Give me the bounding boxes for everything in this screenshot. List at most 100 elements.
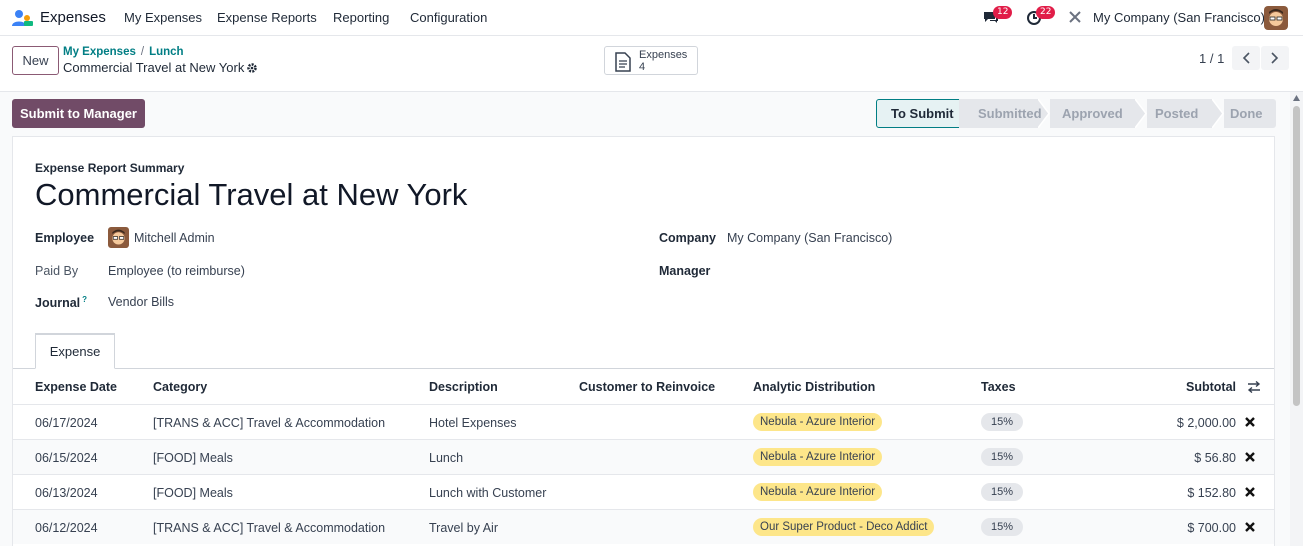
row-category: [FOOD] Meals: [153, 486, 233, 500]
journal-field[interactable]: Vendor Bills: [108, 295, 174, 309]
column-header-subtotal[interactable]: Subtotal: [1186, 380, 1236, 394]
tax-tag: 15%: [981, 483, 1024, 501]
top-navbar: Expenses My Expenses Expense Reports Rep…: [0, 0, 1303, 36]
row-category: [TRANS & ACC] Travel & Accommodation: [153, 416, 386, 430]
row-date: 06/15/2024: [35, 451, 98, 465]
row-description: Lunch: [429, 451, 464, 465]
breadcrumb-separator: /: [140, 46, 145, 58]
record-title: Commercial Travel at New York: [63, 60, 245, 75]
analytic-tag: Nebula - Azure Interior: [753, 448, 883, 466]
scrollbar-thumb[interactable]: [1293, 106, 1300, 406]
column-header-customer[interactable]: Customer to Reinvoice: [579, 380, 715, 394]
column-header-description[interactable]: Description: [429, 380, 498, 394]
form-sheet: Expense Report Summary Commercial Travel…: [12, 136, 1275, 546]
column-header-date[interactable]: Expense Date: [35, 380, 117, 394]
help-tooltip-icon[interactable]: ?: [82, 295, 87, 304]
row-category: [FOOD] Meals: [153, 451, 233, 465]
table-row[interactable]: 06/15/2024 [FOOD] Meals Lunch Nebula - A…: [13, 439, 1274, 474]
pager-value[interactable]: 1 / 1: [1199, 51, 1224, 66]
stage-label: Posted: [1155, 106, 1199, 121]
journal-label-text: Journal: [35, 296, 81, 311]
delete-row-icon[interactable]: [1244, 486, 1256, 498]
stage-submitted[interactable]: Submitted: [959, 99, 1042, 128]
row-subtotal: $ 2,000.00: [1176, 416, 1236, 430]
analytic-tag: Nebula - Azure Interior: [753, 413, 883, 431]
row-date: 06/13/2024: [35, 486, 98, 500]
control-panel: New My Expenses / Lunch Commercial Travel …: [0, 36, 1303, 92]
analytic-tag: Nebula - Azure Interior: [753, 483, 883, 501]
row-date: 06/17/2024: [35, 416, 98, 430]
status-bar: To Submit Submitted Approved Posted Done: [876, 99, 1276, 128]
manager-label: Manager: [659, 264, 711, 278]
expenses-smart-button[interactable]: Expenses 4: [604, 46, 698, 75]
column-header-category[interactable]: Category: [153, 380, 207, 394]
delete-row-icon[interactable]: [1244, 416, 1256, 428]
column-header-analytic[interactable]: Analytic Distribution: [753, 380, 875, 394]
optional-columns-toggle-icon[interactable]: [1247, 381, 1261, 393]
gear-icon[interactable]: [246, 62, 258, 74]
pager-previous-button[interactable]: [1232, 46, 1260, 70]
chevron-left-icon: [1242, 52, 1250, 64]
analytic-tag: Our Super Product - Deco Addict: [753, 518, 935, 536]
delete-row-icon[interactable]: [1244, 521, 1256, 533]
row-description: Hotel Expenses: [429, 416, 517, 430]
menu-my-expenses[interactable]: My Expenses: [124, 10, 202, 25]
scroll-up-icon[interactable]: [1293, 95, 1300, 101]
stage-arrow: [1135, 99, 1147, 128]
stage-done[interactable]: Done: [1224, 99, 1276, 128]
expenses-app-icon[interactable]: [12, 9, 34, 27]
messages-badge: 12: [993, 6, 1013, 19]
report-title[interactable]: Commercial Travel at New York: [35, 177, 467, 213]
breadcrumb-lunch[interactable]: Lunch: [149, 46, 184, 58]
tab-expense[interactable]: Expense: [35, 333, 115, 369]
scrollbar[interactable]: [1290, 92, 1303, 546]
column-header-taxes[interactable]: Taxes: [981, 380, 1016, 394]
employee-field[interactable]: Mitchell Admin: [134, 231, 215, 245]
user-avatar[interactable]: [1264, 6, 1288, 30]
stage-label: Approved: [1062, 106, 1123, 121]
smart-button-label: Expenses: [639, 49, 688, 61]
pager-next-button[interactable]: [1261, 46, 1289, 70]
table-row[interactable]: 06/17/2024 [TRANS & ACC] Travel & Accomm…: [13, 404, 1274, 439]
menu-reporting[interactable]: Reporting: [333, 10, 389, 25]
stage-approved[interactable]: Approved: [1050, 99, 1135, 128]
app-name[interactable]: Expenses: [40, 9, 106, 26]
stage-arrow: [1212, 99, 1224, 128]
summary-label: Expense Report Summary: [35, 161, 185, 175]
row-description: Travel by Air: [429, 521, 499, 535]
row-subtotal: $ 152.80: [1187, 486, 1236, 500]
company-label: Company: [659, 231, 716, 245]
company-field[interactable]: My Company (San Francisco): [727, 231, 892, 245]
stage-to-submit[interactable]: To Submit: [876, 99, 960, 128]
journal-label: Journal?: [35, 295, 87, 310]
stage-label: Submitted: [978, 106, 1042, 121]
smart-button-value: 4: [639, 61, 646, 73]
menu-expense-reports[interactable]: Expense Reports: [217, 10, 317, 25]
submit-to-manager-button[interactable]: Submit to Manager: [12, 99, 145, 128]
row-category: [TRANS & ACC] Travel & Accommodation: [153, 521, 386, 535]
paid-by-field[interactable]: Employee (to reimburse): [108, 264, 245, 278]
row-subtotal: $ 700.00: [1187, 521, 1236, 535]
breadcrumb-my-expenses[interactable]: My Expenses: [63, 46, 136, 58]
delete-row-icon[interactable]: [1244, 451, 1256, 463]
row-subtotal: $ 56.80: [1194, 451, 1236, 465]
activities-badge: 22: [1036, 6, 1056, 19]
new-button[interactable]: New: [12, 46, 59, 75]
tab-divider: [13, 368, 1274, 369]
employee-label: Employee: [35, 231, 95, 245]
company-switcher[interactable]: My Company (San Francisco): [1093, 10, 1265, 25]
menu-configuration[interactable]: Configuration: [410, 10, 487, 25]
chevron-right-icon: [1271, 52, 1279, 64]
tax-tag: 15%: [981, 448, 1024, 466]
paid-by-label: Paid By: [35, 264, 79, 278]
table-row[interactable]: 06/12/2024 [TRANS & ACC] Travel & Accomm…: [13, 509, 1274, 544]
table-row[interactable]: 06/13/2024 [FOOD] Meals Lunch with Custo…: [13, 474, 1274, 509]
stage-label: To Submit: [891, 106, 954, 121]
stage-posted[interactable]: Posted: [1147, 99, 1212, 128]
tax-tag: 15%: [981, 518, 1024, 536]
document-icon: [615, 52, 631, 72]
row-date: 06/12/2024: [35, 521, 98, 535]
breadcrumb: My Expenses / Lunch: [63, 46, 184, 58]
tax-tag: 15%: [981, 413, 1024, 431]
debug-tools-icon[interactable]: [1068, 10, 1082, 27]
